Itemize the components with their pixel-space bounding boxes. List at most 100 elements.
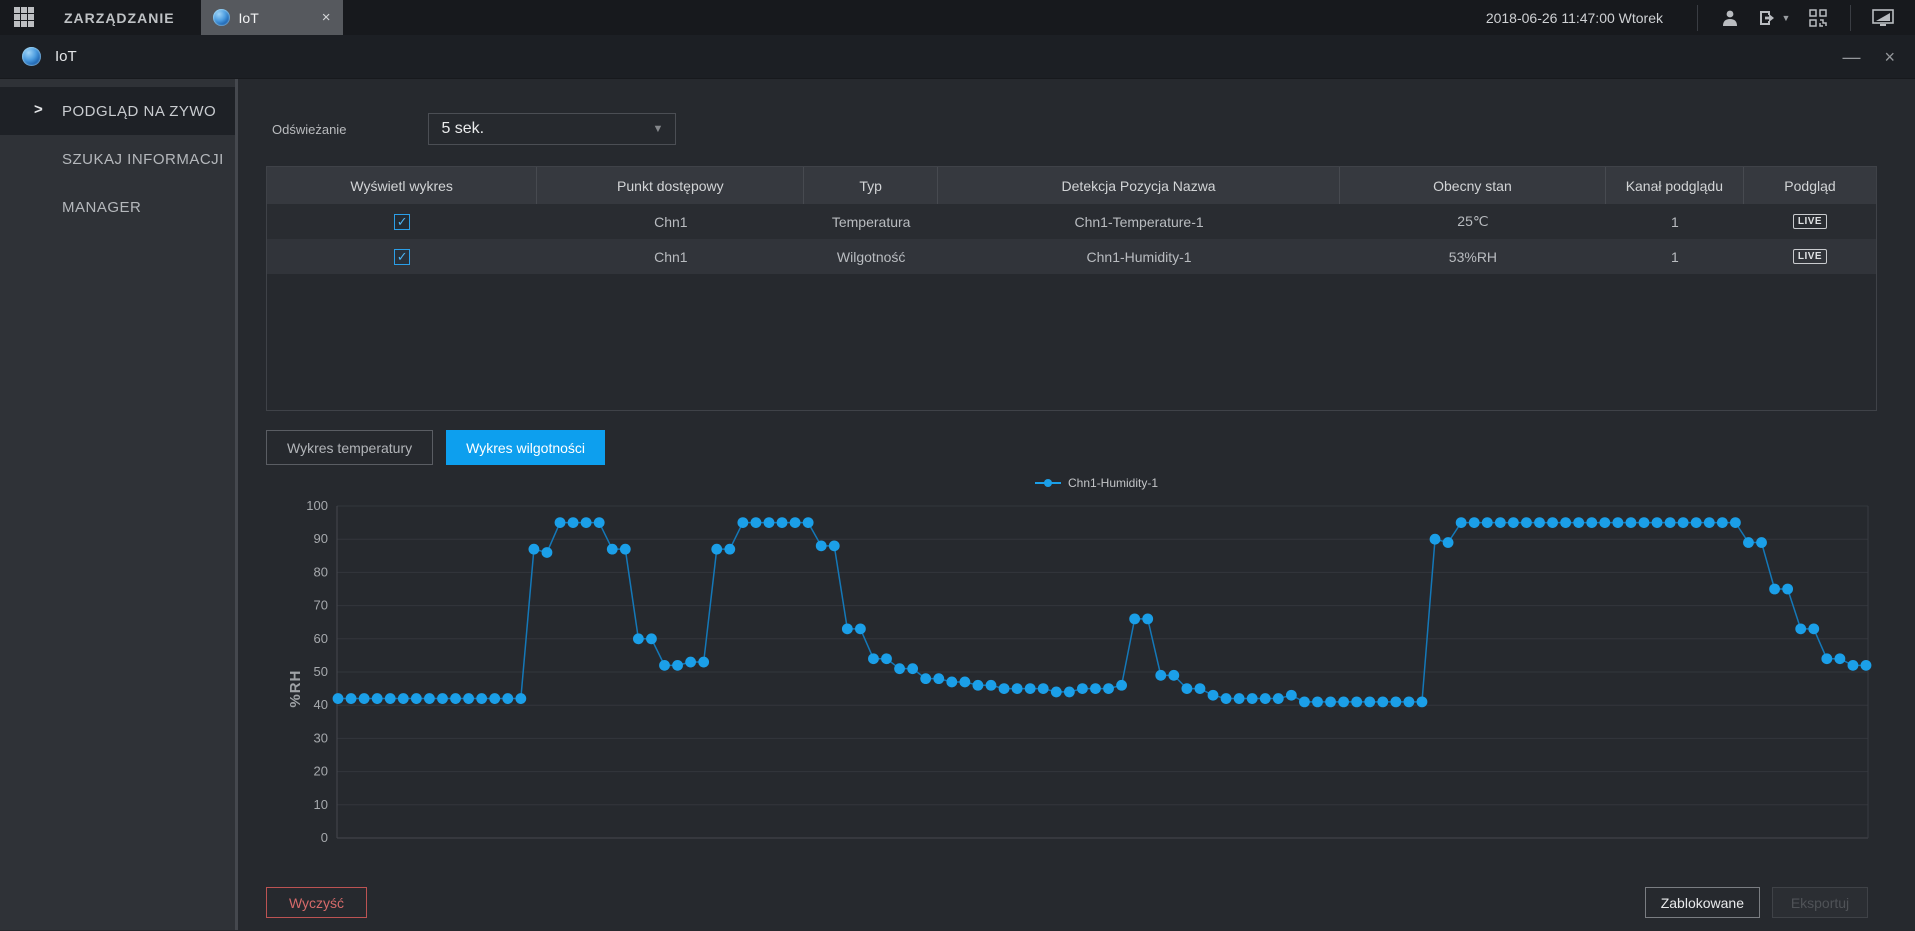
logout-icon[interactable]: ▼ xyxy=(1752,5,1796,31)
live-badge[interactable]: LIVE xyxy=(1793,214,1827,229)
data-point xyxy=(1038,683,1049,694)
tab-management[interactable]: ZARZĄDZANIE xyxy=(54,0,201,35)
topbar-right: 2018-06-26 11:47:00 Wtorek ▼ xyxy=(1486,5,1915,31)
data-point xyxy=(385,693,396,704)
data-point xyxy=(1234,693,1245,704)
data-point xyxy=(1260,693,1271,704)
minimize-button[interactable]: — xyxy=(1842,48,1860,66)
sidebar-item-1[interactable]: >SZUKAJ INFORMACJI xyxy=(0,135,235,183)
data-point xyxy=(790,517,801,528)
data-point xyxy=(1599,517,1610,528)
column-header: Detekcja Pozycja Nazwa xyxy=(938,167,1340,204)
data-point xyxy=(411,693,422,704)
data-point xyxy=(1691,517,1702,528)
data-point xyxy=(568,517,579,528)
svg-text:40: 40 xyxy=(314,697,328,712)
data-point xyxy=(920,673,931,684)
data-point xyxy=(1469,517,1480,528)
cell-access-point: Chn1 xyxy=(537,204,804,239)
column-header: Typ xyxy=(804,167,938,204)
data-point xyxy=(1012,683,1023,694)
data-point xyxy=(1586,517,1597,528)
chart-tab-0[interactable]: Wykres temperatury xyxy=(266,430,433,465)
data-point xyxy=(659,660,670,671)
data-point xyxy=(1051,687,1062,698)
data-point xyxy=(1521,517,1532,528)
data-point xyxy=(698,657,709,668)
data-point xyxy=(959,677,970,688)
data-point xyxy=(1247,693,1258,704)
show-chart-checkbox[interactable]: ✓ xyxy=(394,249,410,265)
data-point xyxy=(1861,660,1872,671)
cell-access-point: Chn1 xyxy=(537,239,804,274)
svg-text:0: 0 xyxy=(321,830,328,845)
data-point xyxy=(1665,517,1676,528)
window-title-bar: IoT — × xyxy=(0,35,1915,79)
app-launcher-grid-icon[interactable] xyxy=(14,7,36,29)
svg-text:100: 100 xyxy=(306,498,328,513)
data-point xyxy=(1743,537,1754,548)
data-point xyxy=(1652,517,1663,528)
show-chart-checkbox[interactable]: ✓ xyxy=(394,214,410,230)
svg-text:70: 70 xyxy=(314,598,328,613)
tab-iot[interactable]: IoT × xyxy=(201,0,343,35)
data-point xyxy=(1547,517,1558,528)
table-row: ✓Chn1TemperaturaChn1-Temperature-125℃1LI… xyxy=(267,204,1876,239)
export-button: Eksportuj xyxy=(1772,887,1868,918)
chart-tab-1[interactable]: Wykres wilgotności xyxy=(446,430,605,465)
data-point xyxy=(515,693,526,704)
data-point xyxy=(1443,537,1454,548)
data-point xyxy=(424,693,435,704)
main-content: Odświeżanie 5 sek. ▼ Wyświetl wykresPunk… xyxy=(238,79,1915,930)
user-icon[interactable] xyxy=(1708,5,1752,31)
sidebar-item-2[interactable]: >MANAGER xyxy=(0,183,235,231)
locked-button[interactable]: Zablokowane xyxy=(1645,887,1760,918)
data-point xyxy=(555,517,566,528)
data-point xyxy=(607,544,618,555)
sidebar-item-label: MANAGER xyxy=(62,199,141,216)
data-point xyxy=(737,517,748,528)
chart-plot-area: 0102030405060708090100%RH xyxy=(266,493,1906,865)
data-point xyxy=(1377,696,1388,707)
data-point xyxy=(986,680,997,691)
window-title: IoT xyxy=(55,48,77,65)
tab-close-icon[interactable]: × xyxy=(322,9,331,26)
refresh-label: Odświeżanie xyxy=(272,122,346,137)
data-point xyxy=(999,683,1010,694)
data-point xyxy=(816,540,827,551)
display-monitor-icon[interactable] xyxy=(1861,5,1905,31)
live-badge[interactable]: LIVE xyxy=(1793,249,1827,264)
clear-button[interactable]: Wyczyść xyxy=(266,887,367,918)
cell-type: Temperatura xyxy=(804,204,938,239)
data-point xyxy=(646,633,657,644)
data-point xyxy=(1325,696,1336,707)
data-point xyxy=(581,517,592,528)
data-point xyxy=(881,653,892,664)
chart-legend: Chn1-Humidity-1 xyxy=(1035,475,1158,491)
legend-line-dot-icon xyxy=(1035,482,1061,484)
footer-toolbar: Wyczyść Zablokowane Eksportuj xyxy=(266,887,1868,918)
data-point xyxy=(1612,517,1623,528)
data-point xyxy=(1626,517,1637,528)
data-point xyxy=(1834,653,1845,664)
data-point xyxy=(1404,696,1415,707)
table-header: Wyświetl wykresPunkt dostępowyTypDetekcj… xyxy=(267,167,1876,204)
column-header: Punkt dostępowy xyxy=(537,167,804,204)
data-point xyxy=(542,547,553,558)
qr-code-icon[interactable] xyxy=(1796,5,1840,31)
data-point xyxy=(973,680,984,691)
svg-text:60: 60 xyxy=(314,631,328,646)
cell-channel: 1 xyxy=(1606,204,1744,239)
cell-name: Chn1-Humidity-1 xyxy=(938,239,1340,274)
sensor-table: Wyświetl wykresPunkt dostępowyTypDetekcj… xyxy=(266,166,1877,411)
sidebar-item-0[interactable]: >PODGLĄD NA ZYWO xyxy=(0,87,235,135)
data-point xyxy=(1116,680,1127,691)
close-button[interactable]: × xyxy=(1884,48,1895,66)
data-point xyxy=(907,663,918,674)
data-point xyxy=(1848,660,1859,671)
data-point xyxy=(1495,517,1506,528)
data-point xyxy=(489,693,500,704)
column-header: Obecny stan xyxy=(1340,167,1605,204)
data-point xyxy=(359,693,370,704)
refresh-interval-dropdown[interactable]: 5 sek. ▼ xyxy=(428,113,676,145)
